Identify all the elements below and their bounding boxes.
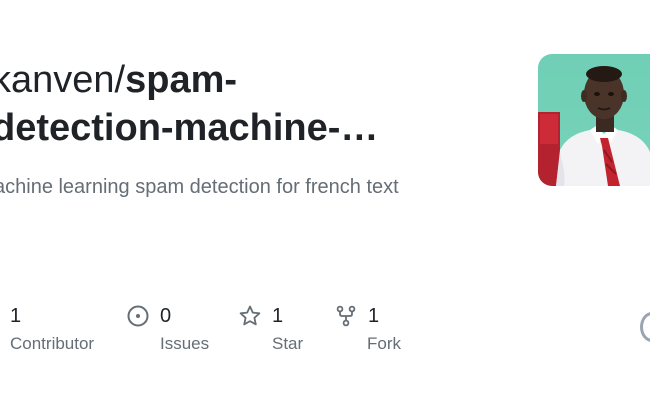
owner-avatar[interactable] [538,54,650,186]
issues-count: 0 [160,304,172,327]
forks-count: 1 [368,304,380,327]
stars-count: 1 [272,304,284,327]
fork-icon [336,305,356,327]
repo-description: achine learning spam detection for frenc… [0,176,399,198]
star-icon [239,305,261,326]
stat-issues[interactable]: 0 Issues [126,300,209,360]
repo-owner[interactable]: kanven/ [0,59,125,101]
stars-label: Star [272,334,304,353]
stat-stars[interactable]: 1 Star [238,300,303,360]
forks-label: Fork [367,334,401,353]
stat-contributors[interactable]: 1 Contributor [10,300,94,360]
repo-name-part1[interactable]: spam- [125,59,237,101]
repo-name-part2[interactable]: detection-machine-… [0,107,378,149]
avatar-photo [538,66,650,186]
repo-title[interactable]: kanven/spam- detection-machine-… [0,56,512,152]
repo-stats: 1 Contributor 0 Issues 1 Star 1 Fork [0,300,650,370]
issue-icon [127,305,149,327]
stat-forks[interactable]: 1 Fork [334,300,401,360]
issues-label: Issues [160,334,210,353]
contributors-label: Contributor [10,334,95,353]
contributors-count: 1 [10,304,22,327]
